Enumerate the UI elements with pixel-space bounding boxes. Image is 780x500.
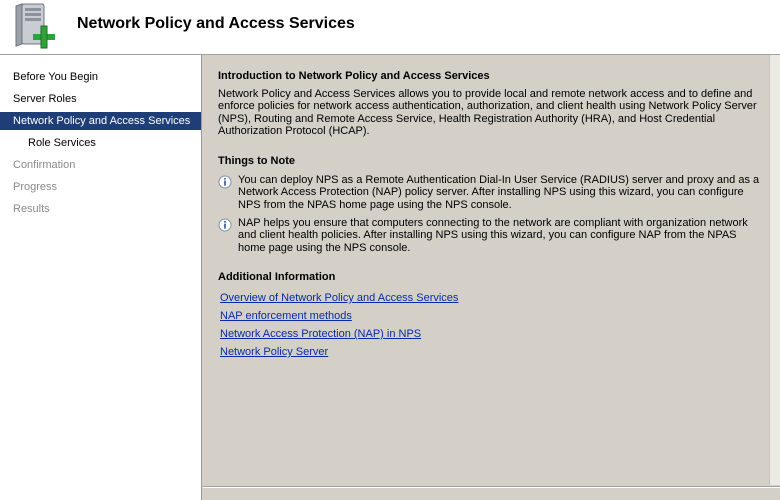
server-add-icon — [15, 3, 55, 49]
content-pane: Introduction to Network Policy and Acces… — [203, 55, 769, 485]
info-icon — [218, 218, 232, 232]
additional-info-heading: Additional Information — [218, 271, 336, 283]
content-scrollbar[interactable] — [769, 55, 780, 485]
sidebar-item-confirmation: Confirmation — [13, 159, 76, 171]
sidebar-item-results: Results — [13, 203, 50, 215]
wizard-sidebar: Before You Begin Server Roles Network Po… — [0, 55, 202, 500]
notes-heading: Things to Note — [218, 155, 295, 167]
link-network-policy-server[interactable]: Network Policy Server — [220, 346, 328, 358]
sidebar-item-role-services[interactable]: Role Services — [0, 134, 201, 152]
note-text: NAP helps you ensure that computers conn… — [238, 217, 748, 254]
note-text: You can deploy NPS as a Remote Authentic… — [238, 174, 760, 211]
page-title: Network Policy and Access Services — [77, 15, 355, 32]
link-overview-npas[interactable]: Overview of Network Policy and Access Se… — [220, 292, 458, 304]
sidebar-item-network-policy[interactable]: Network Policy and Access Services — [0, 112, 201, 130]
link-nap-enforcement[interactable]: NAP enforcement methods — [220, 310, 352, 322]
link-nap-in-nps[interactable]: Network Access Protection (NAP) in NPS — [220, 328, 421, 340]
sidebar-item-server-roles[interactable]: Server Roles — [0, 90, 201, 108]
sidebar-item-progress: Progress — [13, 181, 58, 193]
sidebar-item-before-you-begin[interactable]: Before You Begin — [0, 68, 201, 86]
footer-divider — [203, 486, 780, 488]
intro-heading: Introduction to Network Policy and Acces… — [218, 70, 490, 82]
intro-text: Network Policy and Access Services allow… — [218, 88, 757, 138]
info-icon — [218, 175, 232, 189]
wizard-header: Network Policy and Access Services — [0, 0, 780, 55]
